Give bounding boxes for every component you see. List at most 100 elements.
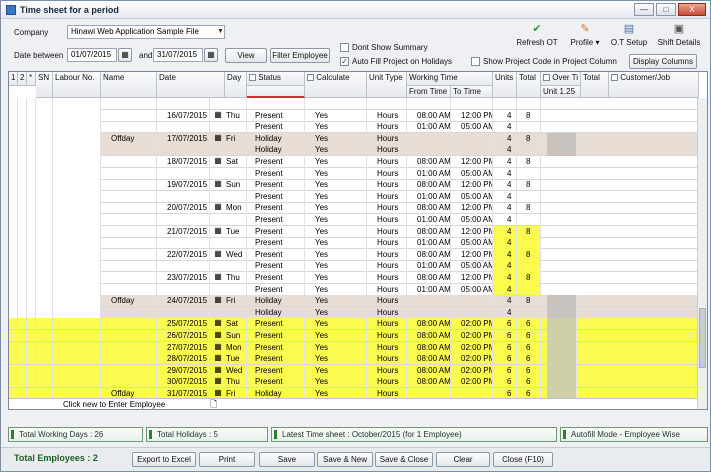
cell-unit[interactable]: Hours bbox=[367, 237, 407, 250]
date-calendar-icon[interactable]: ▦ bbox=[210, 365, 226, 375]
cell-name[interactable]: Offday bbox=[101, 132, 157, 145]
print-button[interactable]: Print bbox=[199, 452, 255, 467]
date-calendar-icon[interactable]: ▦ bbox=[210, 272, 226, 282]
cell-day[interactable]: Sun bbox=[225, 330, 247, 342]
day-header[interactable]: Day bbox=[225, 72, 247, 98]
cell-total[interactable] bbox=[517, 306, 541, 319]
cell-total[interactable] bbox=[517, 167, 541, 180]
cell-calc[interactable]: Yes bbox=[305, 376, 367, 389]
cell-day[interactable] bbox=[225, 167, 247, 180]
cell-units[interactable]: 6 bbox=[493, 364, 517, 377]
shift-details-button[interactable]: ▣ Shift Details bbox=[653, 23, 705, 51]
cell-status[interactable]: Present bbox=[247, 353, 305, 366]
sn-header[interactable]: SN bbox=[36, 72, 53, 98]
cell-unit[interactable]: Hours bbox=[367, 214, 407, 226]
cell-date[interactable]: 19/07/2015 bbox=[157, 179, 210, 192]
cell-units[interactable]: 4 bbox=[493, 225, 517, 238]
cell-name[interactable] bbox=[101, 214, 157, 226]
cell-unit[interactable]: Hours bbox=[367, 179, 407, 192]
cell-calc[interactable]: Yes bbox=[305, 341, 367, 354]
cell-total[interactable]: 8 bbox=[517, 179, 541, 192]
cell-calc[interactable]: Yes bbox=[305, 330, 367, 342]
date-calendar-icon[interactable]: ▦ bbox=[210, 226, 226, 236]
cell-name[interactable] bbox=[101, 190, 157, 203]
cell-name[interactable] bbox=[101, 167, 157, 180]
status-header[interactable]: Status bbox=[247, 72, 305, 86]
cell-units[interactable]: 6 bbox=[493, 353, 517, 366]
dont-show-summary-checkbox[interactable] bbox=[340, 43, 349, 52]
cell-name[interactable] bbox=[101, 98, 157, 110]
ot-setup-button[interactable]: ▤ O.T Setup bbox=[609, 23, 649, 51]
cell-units[interactable]: 4 bbox=[493, 132, 517, 145]
cell-unit[interactable]: Hours bbox=[367, 202, 407, 215]
cell-calc[interactable]: Yes bbox=[305, 295, 367, 308]
cell-date[interactable] bbox=[157, 214, 210, 226]
cell-name[interactable] bbox=[101, 318, 157, 331]
cell-status[interactable]: Present bbox=[247, 214, 305, 226]
units-header[interactable]: Units bbox=[493, 72, 517, 98]
cell-unit[interactable]: Hours bbox=[367, 272, 407, 284]
cell-date[interactable]: 26/07/2015 bbox=[157, 330, 210, 342]
cell-from[interactable] bbox=[407, 98, 451, 110]
date-calendar-icon[interactable]: ▦ bbox=[210, 353, 226, 363]
cell-name[interactable] bbox=[101, 156, 157, 168]
cell-to[interactable]: 02:00 PM bbox=[451, 318, 493, 331]
close-window-button[interactable]: X bbox=[678, 3, 706, 16]
unit-125-header[interactable]: Unit 1.25 bbox=[541, 86, 581, 98]
date-calendar-icon[interactable]: ▦ bbox=[210, 330, 226, 340]
new-employee-row[interactable]: Click new to Enter Employee 🗋 bbox=[9, 398, 699, 409]
calculate-checkbox[interactable] bbox=[307, 74, 314, 81]
cell-day[interactable]: Sun bbox=[225, 179, 247, 192]
cell-status[interactable]: Present bbox=[247, 341, 305, 354]
cell-name[interactable] bbox=[101, 248, 157, 261]
cell-status[interactable]: Holiday bbox=[247, 306, 305, 319]
cell-calc[interactable]: Yes bbox=[305, 167, 367, 180]
over-time-checkbox[interactable] bbox=[543, 74, 550, 81]
cell-total[interactable]: 8 bbox=[517, 272, 541, 284]
cell-from[interactable]: 08:00 AM bbox=[407, 353, 451, 366]
cell-total[interactable] bbox=[517, 144, 541, 157]
cell-date[interactable]: 23/07/2015 bbox=[157, 272, 210, 284]
cell-to[interactable] bbox=[451, 295, 493, 308]
over-time-header[interactable]: Over Ti bbox=[541, 72, 581, 86]
cell-calc[interactable]: Yes bbox=[305, 214, 367, 226]
cell-unit[interactable]: Hours bbox=[367, 353, 407, 366]
cell-units[interactable]: 6 bbox=[493, 376, 517, 389]
cell-total[interactable]: 8 bbox=[517, 109, 541, 122]
cell-total[interactable]: 8 bbox=[517, 156, 541, 168]
cell-status[interactable]: Present bbox=[247, 237, 305, 250]
total2-header[interactable]: Total bbox=[581, 72, 609, 98]
cell-status[interactable]: Present bbox=[247, 318, 305, 331]
cell-status[interactable]: Present bbox=[247, 167, 305, 180]
cell-units[interactable]: 4 bbox=[493, 283, 517, 296]
close-f10-button[interactable]: Close (F10) bbox=[493, 452, 553, 467]
cell-date[interactable] bbox=[157, 167, 210, 180]
cell-date[interactable]: 30/07/2015 bbox=[157, 376, 210, 389]
table-row[interactable]: Offday 24/07/2015 Fri Holiday Yes Hours 4 8 ▦ bbox=[9, 295, 707, 308]
cell-unit[interactable]: Hours bbox=[367, 156, 407, 168]
cell-date[interactable]: 28/07/2015 bbox=[157, 353, 210, 366]
cell-from[interactable]: 08:00 AM bbox=[407, 364, 451, 377]
cell-status[interactable]: Present bbox=[247, 260, 305, 273]
cell-unit[interactable]: Hours bbox=[367, 248, 407, 261]
cell-calc[interactable]: Yes bbox=[305, 248, 367, 261]
table-row[interactable]: 26/07/2015 Sun Present Yes Hours 08:00 AM 02:0… bbox=[9, 330, 707, 342]
cell-from[interactable]: 01:00 AM bbox=[407, 167, 451, 180]
cell-day[interactable] bbox=[225, 306, 247, 319]
refresh-ot-button[interactable]: ✔ Refresh OT bbox=[513, 23, 561, 51]
cell-status[interactable]: Present bbox=[247, 330, 305, 342]
save-close-button[interactable]: Save & Close bbox=[375, 452, 433, 467]
cell-from[interactable]: 01:00 AM bbox=[407, 237, 451, 250]
save-button[interactable]: Save bbox=[259, 452, 315, 467]
cell-status[interactable]: Present bbox=[247, 156, 305, 168]
cell-unit[interactable]: Hours bbox=[367, 306, 407, 319]
company-select[interactable]: Hinawi Web Application Sample File bbox=[67, 25, 225, 39]
table-row[interactable]: 18/07/2015 Sat Present Yes Hours 08:00 AM 12:0… bbox=[9, 156, 707, 168]
cell-from[interactable]: 08:00 AM bbox=[407, 272, 451, 284]
cell-calc[interactable]: Yes bbox=[305, 306, 367, 319]
table-row[interactable]: Present Yes Hours 01:00 AM 05:00 AM 4 bbox=[9, 190, 707, 203]
table-row[interactable]: Holiday Yes Hours 4 bbox=[9, 306, 707, 319]
cell-status[interactable]: Present bbox=[247, 283, 305, 296]
cell-day[interactable] bbox=[225, 283, 247, 296]
table-row[interactable]: 19/07/2015 Sun Present Yes Hours 08:00 AM 12:0… bbox=[9, 179, 707, 192]
